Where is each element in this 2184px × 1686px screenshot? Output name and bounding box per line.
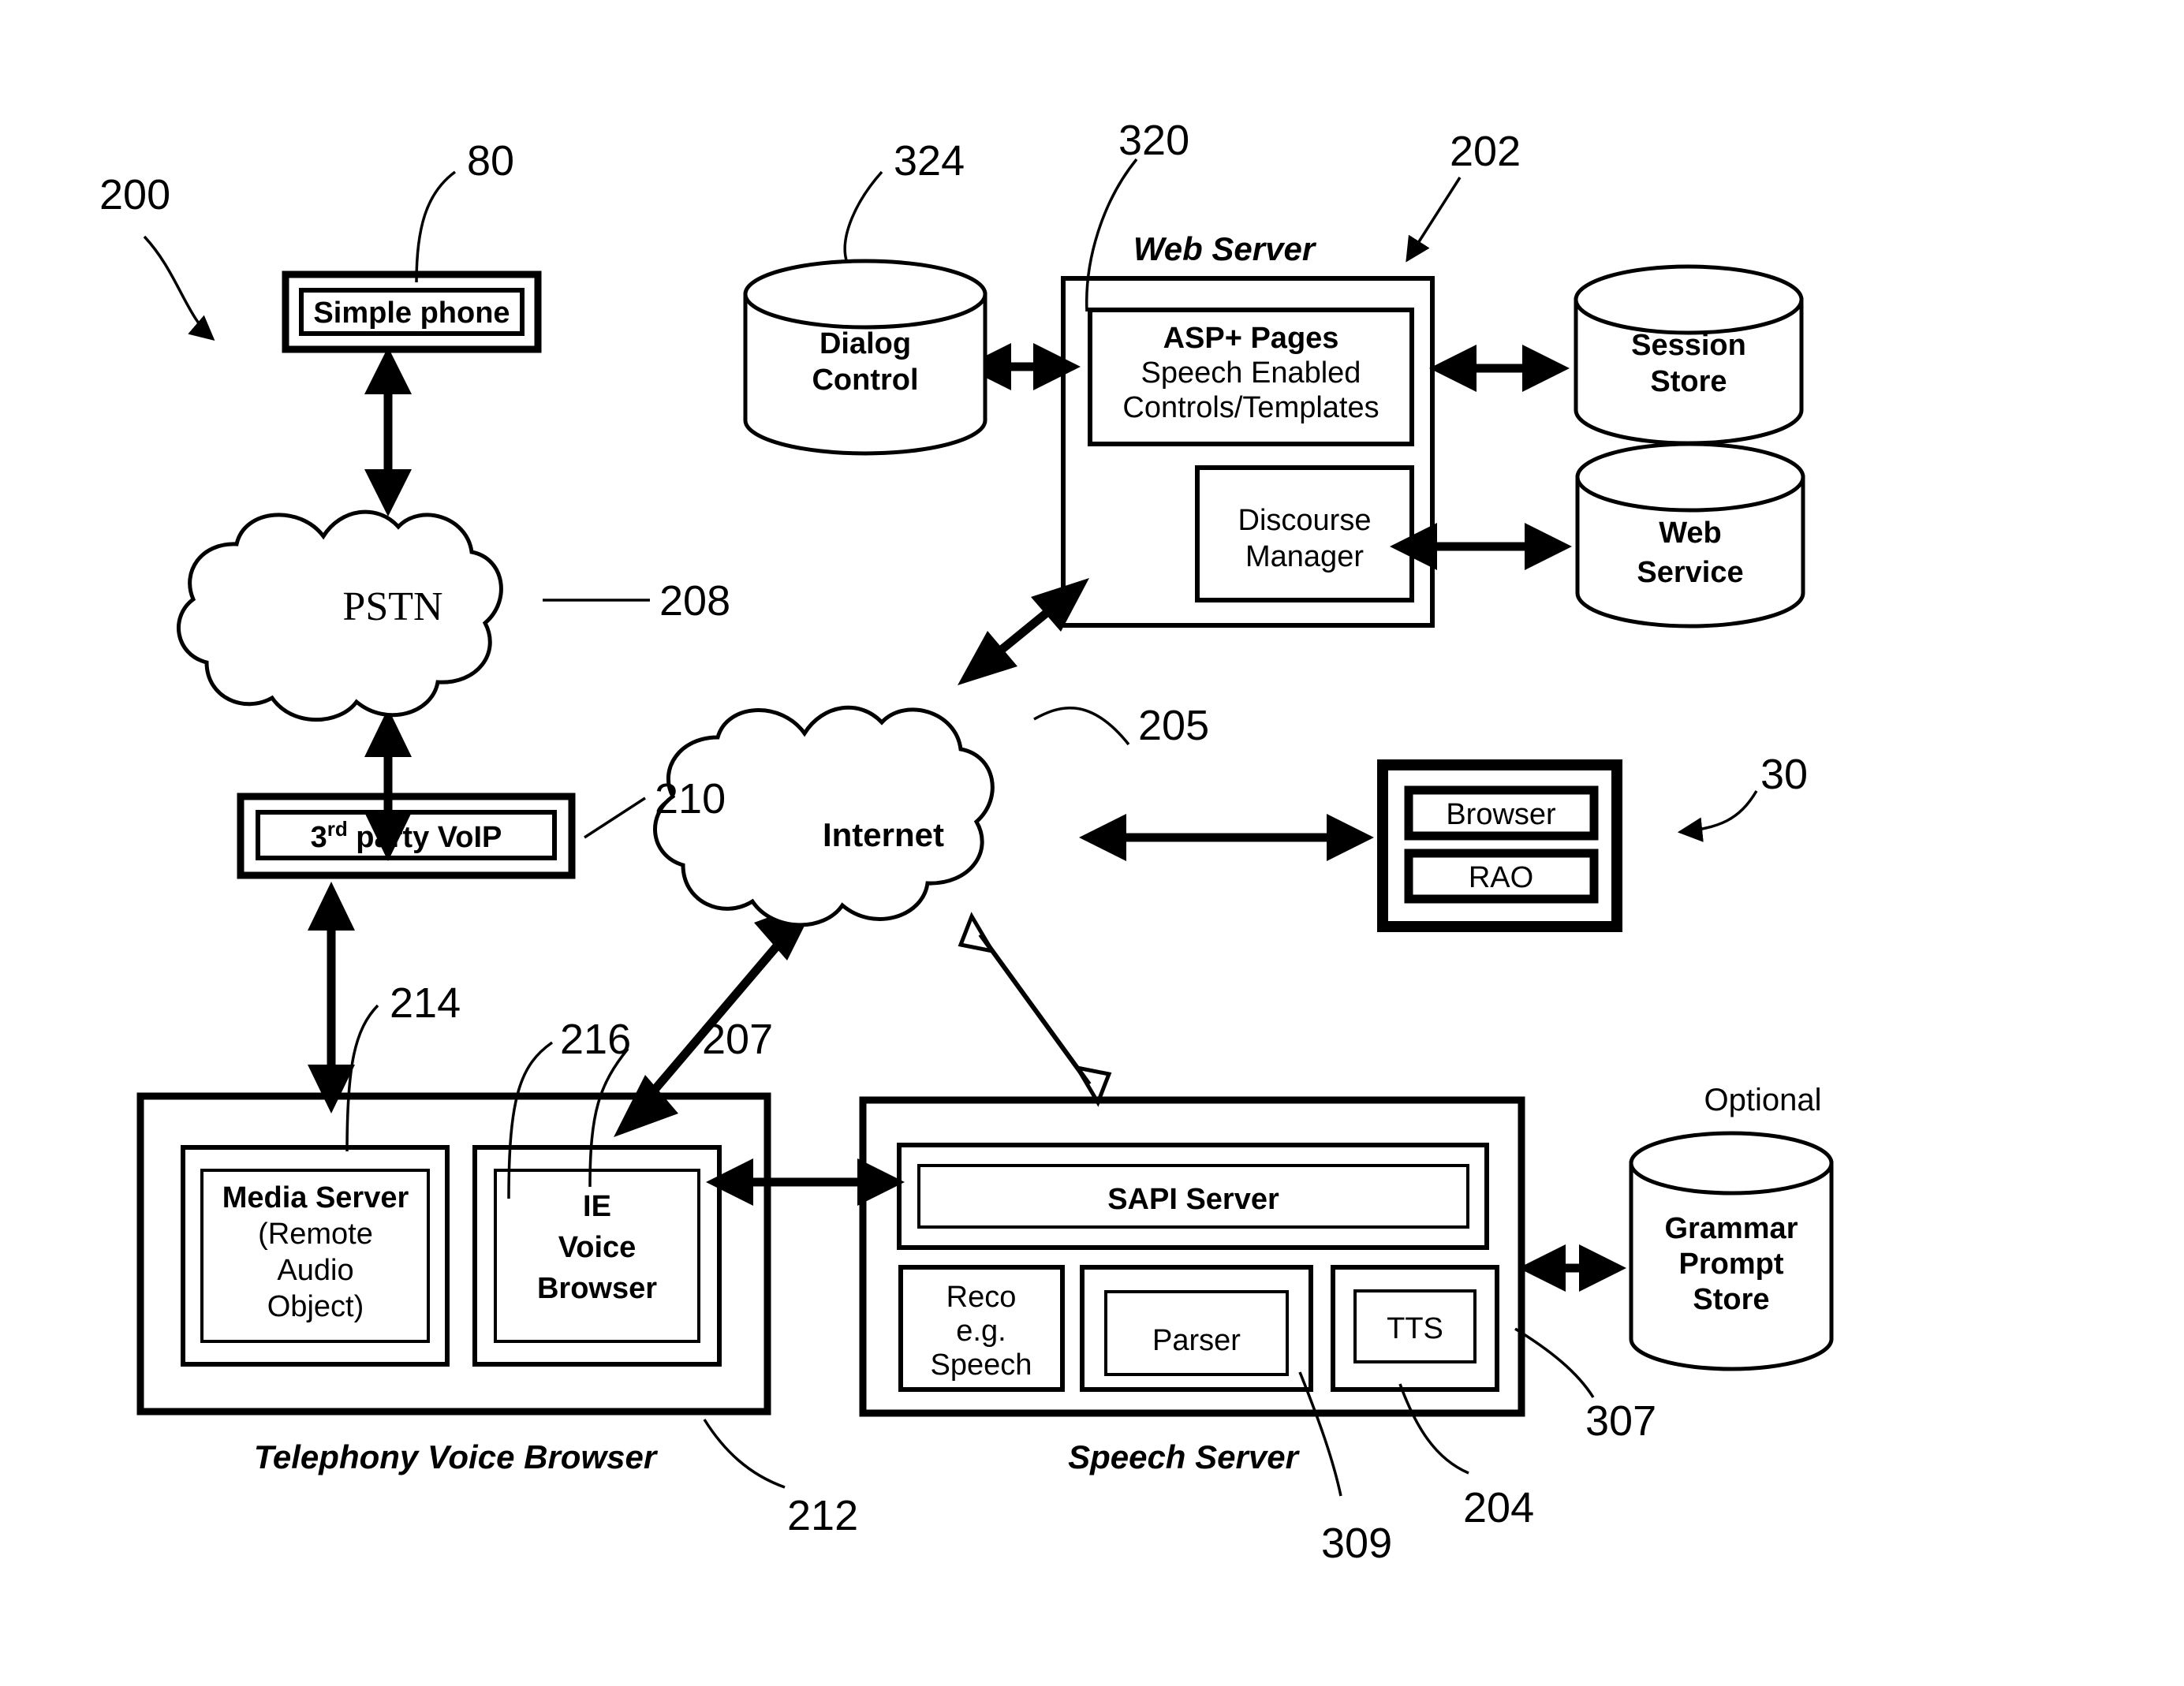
node-web-service[interactable]: Web Service [1575,442,1805,629]
node-parser[interactable]: Parser [1080,1265,1313,1392]
node-pstn-cloud[interactable]: PSTN [176,509,503,722]
grammar-prompt-store-line3: Store [1693,1283,1769,1316]
ie-voice-browser-line2: Voice [558,1231,637,1264]
node-session-store[interactable]: Session Store [1574,264,1804,446]
reco-line1: Reco [946,1281,1017,1314]
asp-pages-line3: Controls/Templates [1122,391,1379,424]
discourse-manager-line2: Manager [1245,540,1364,573]
shape-layer: Simple phone PSTN 3rd party VoIP Dialog … [99,117,1834,1567]
ref-202: 202 [1450,128,1521,175]
session-store-line1: Session [1631,329,1746,362]
browser-label: Browser [1446,798,1556,831]
simple-phone-label: Simple phone [313,297,510,330]
dialog-control-line1: Dialog [819,327,911,360]
node-discourse-manager[interactable]: Discourse Manager [1195,465,1414,602]
node-reco[interactable]: Reco e.g. Speech [898,1265,1065,1392]
ref-214: 214 [390,979,461,1027]
ref-208: 208 [659,577,730,625]
media-server-line1: Media Server [222,1181,409,1214]
node-grammar-prompt-store[interactable]: Optional Grammar Prompt Store [1629,1083,1834,1371]
grammar-prompt-store-line1: Grammar [1665,1212,1798,1245]
telephony-voice-browser-caption: Telephony Voice Browser [254,1438,659,1475]
ref-324: 324 [894,137,965,185]
rao-label: RAO [1469,861,1533,894]
dialog-control-line2: Control [812,364,918,397]
optional-label: Optional [1704,1083,1822,1117]
node-rao[interactable]: RAO [1404,849,1599,904]
ref-212: 212 [787,1492,858,1539]
speech-server-caption: Speech Server [1068,1438,1301,1475]
ref-210: 210 [655,775,726,822]
ie-voice-browser-line3: Browser [537,1272,657,1305]
internet-label: Internet [823,816,944,853]
node-tts[interactable]: TTS [1331,1265,1499,1392]
ref-309: 309 [1321,1520,1392,1567]
asp-pages-line1: ASP+ Pages [1163,322,1339,355]
reco-line2: e.g. [956,1315,1006,1348]
reco-line3: Speech [931,1348,1032,1382]
node-ie-voice-browser[interactable]: IE Voice Browser [472,1145,722,1367]
node-asp-pages[interactable]: ASP+ Pages Speech Enabled Controls/Templ… [1088,308,1414,446]
node-media-server[interactable]: Media Server (Remote Audio Object) [181,1145,450,1367]
session-store-line2: Store [1650,365,1727,398]
grammar-prompt-store-line2: Prompt [1679,1248,1784,1281]
ie-voice-browser-line1: IE [583,1190,611,1223]
node-3rd-party-voip[interactable]: 3rd party VoIP [237,793,576,879]
media-server-line4: Object) [267,1290,364,1323]
patent-figure-canvas: Simple phone PSTN 3rd party VoIP Dialog … [0,0,2184,1686]
ref-205: 205 [1138,702,1209,749]
ref-307: 307 [1585,1397,1656,1445]
web-server-caption: Web Server [1133,230,1317,267]
ref-320: 320 [1118,117,1189,164]
web-service-line2: Service [1637,556,1743,589]
ref-80: 80 [467,137,514,185]
ref-216: 216 [560,1016,631,1063]
node-client-device[interactable]: Browser RAO [1377,759,1622,932]
ref-204: 204 [1463,1484,1534,1531]
media-server-line2: (Remote [258,1218,373,1251]
voip-label: 3rd party VoIP [311,817,502,854]
node-web-server[interactable]: Web Server ASP+ Pages Speech Enabled Con… [1061,230,1435,628]
web-service-line1: Web [1659,517,1722,550]
node-sapi-server[interactable]: SAPI Server [897,1143,1489,1250]
node-speech-server[interactable]: SAPI Server Reco e.g. Speech Parser TTS [859,1096,1525,1475]
pstn-label: PSTN [342,584,442,629]
parser-label: Parser [1152,1324,1241,1357]
ref-30: 30 [1760,751,1808,798]
discourse-manager-line1: Discourse [1238,504,1372,537]
node-simple-phone[interactable]: Simple phone [282,270,542,353]
node-telephony-voice-browser[interactable]: Media Server (Remote Audio Object) IE Vo… [136,1092,771,1475]
node-browser[interactable]: Browser [1404,785,1599,841]
asp-pages-line2: Speech Enabled [1141,356,1361,390]
ref-200: 200 [99,171,170,218]
node-dialog-control[interactable]: Dialog Control [743,259,987,456]
ref-207: 207 [702,1016,773,1063]
tts-label: TTS [1387,1312,1443,1345]
sapi-server-label: SAPI Server [1107,1183,1279,1216]
media-server-line3: Audio [277,1254,353,1287]
